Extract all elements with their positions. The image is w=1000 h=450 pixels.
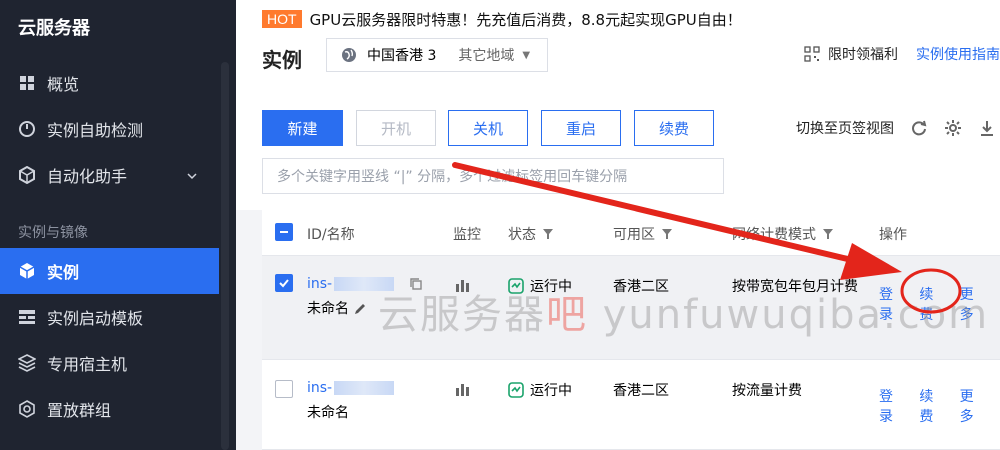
toolbar-right: 切换至页签视图 <box>796 118 996 138</box>
filter-icon[interactable] <box>822 228 834 240</box>
sidebar: 云服务器 概览 实例自助检测 自动化助手 实例与镜像 实例 实例启动模板 专用宿… <box>0 0 236 450</box>
sidebar-item-label: 实例 <box>47 263 80 282</box>
restart-button[interactable]: 重启 <box>541 110 621 146</box>
grid-icon <box>18 74 36 92</box>
instance-id-cell: ins- <box>307 380 395 396</box>
login-link[interactable]: 登录 <box>879 386 905 426</box>
sidebar-section-label: 实例与镜像 <box>18 225 88 241</box>
column-monitor: 监控 <box>453 227 481 243</box>
page-title: 实例 <box>262 48 302 72</box>
region-selector[interactable]: 中国香港 3 其它地域 ▼ <box>326 38 548 72</box>
cube-icon <box>18 166 36 184</box>
row-checkbox[interactable] <box>275 274 293 292</box>
row-checkbox[interactable] <box>275 380 293 398</box>
sidebar-item-label: 实例自助检测 <box>47 121 144 140</box>
zone-cell: 香港二区 <box>613 383 669 399</box>
select-all-checkbox[interactable] <box>275 223 293 241</box>
promo-banner[interactable]: HOT GPU云服务器限时特惠！先充值后消费，8.8元起实现GPU自由！ <box>236 0 1000 38</box>
usage-guide-link[interactable]: 实例使用指南 <box>916 44 1000 64</box>
actions-cell: 登录 续费 更多 <box>879 386 1000 426</box>
hot-badge: HOT <box>262 10 302 28</box>
renew-button[interactable]: 续费 <box>634 110 714 146</box>
globe-icon <box>341 47 357 63</box>
filter-icon[interactable] <box>661 228 673 240</box>
search-placeholder: 多个关键字用竖线 “|” 分隔，多个过滤标签用回车键分隔 <box>277 169 628 185</box>
switch-view-link[interactable]: 切换至页签视图 <box>796 118 894 138</box>
new-button[interactable]: 新建 <box>262 110 343 146</box>
toolbar: 新建 开机 关机 重启 续费 切换至页签视图 多个关键字用竖线 “|” 分隔，多… <box>236 90 1000 210</box>
host-icon <box>18 354 36 372</box>
pencil-icon[interactable] <box>353 302 367 316</box>
sidebar-item-label: 概览 <box>47 75 80 94</box>
gauge-icon <box>18 120 36 138</box>
instance-name-cell: 未命名 <box>307 298 367 318</box>
cube-icon <box>18 262 36 280</box>
sidebar-scrollbar[interactable] <box>221 62 229 450</box>
template-icon <box>18 308 36 326</box>
sidebar-item-launch-template[interactable]: 实例启动模板 <box>0 294 219 340</box>
column-billing[interactable]: 网络计费模式 <box>732 224 834 244</box>
gear-icon[interactable] <box>944 119 962 137</box>
stop-button[interactable]: 关机 <box>448 110 528 146</box>
running-status-icon <box>508 382 524 398</box>
instance-name: 未命名 <box>307 301 349 317</box>
instance-id-link[interactable]: ins- <box>307 380 332 396</box>
more-link[interactable]: 更多 <box>960 386 986 426</box>
promo-text[interactable]: GPU云服务器限时特惠！先充值后消费，8.8元起实现GPU自由！ <box>310 9 742 30</box>
current-region: 中国香港 3 <box>367 48 437 64</box>
column-status[interactable]: 状态 <box>508 224 554 244</box>
watermark: 云服务器吧 yunfuwuqiba.com <box>378 282 989 340</box>
qrcode-icon <box>804 46 820 62</box>
redacted-id <box>334 381 395 395</box>
sidebar-item-dedicated-host[interactable]: 专用宿主机 <box>0 340 219 386</box>
caret-down-icon: ▼ <box>522 49 531 61</box>
bar-chart-icon[interactable] <box>455 382 471 400</box>
download-icon[interactable] <box>978 119 996 137</box>
instance-name: 未命名 <box>307 405 349 421</box>
page-header: 实例 中国香港 3 其它地域 ▼ 限时领福利 实例使用指南 <box>236 38 1000 90</box>
benefit-link[interactable]: 限时领福利 <box>828 44 898 64</box>
sidebar-item-label: 自动化助手 <box>47 167 128 186</box>
watermark-part: yunfuwuqiba.com <box>588 292 990 338</box>
sidebar-item-overview[interactable]: 概览 <box>0 60 219 106</box>
sidebar-title: 云服务器 <box>18 18 90 39</box>
group-icon <box>18 400 36 418</box>
header-links: 限时领福利 实例使用指南 <box>804 44 1000 64</box>
renew-link[interactable]: 续费 <box>919 386 945 426</box>
watermark-part: 吧 <box>546 292 588 338</box>
watermark-part: 云服务器 <box>378 292 546 338</box>
instance-id-link[interactable]: ins- <box>307 276 332 292</box>
search-input[interactable]: 多个关键字用竖线 “|” 分隔，多个过滤标签用回车键分隔 <box>262 158 724 194</box>
table-row[interactable]: ins- 未命名 运行中 香港二区 按流量计费 登录 续费 更多 <box>262 360 1000 450</box>
column-status-label: 状态 <box>508 227 536 243</box>
chevron-down-icon <box>187 166 197 185</box>
column-actions: 操作 <box>879 227 907 243</box>
sidebar-item-label: 专用宿主机 <box>47 355 128 374</box>
start-button[interactable]: 开机 <box>356 110 436 146</box>
sidebar-item-automation[interactable]: 自动化助手 <box>0 152 219 198</box>
sidebar-item-label: 实例启动模板 <box>47 309 144 328</box>
status-text: 运行中 <box>530 383 572 399</box>
column-id[interactable]: ID/名称 <box>307 224 355 244</box>
sidebar-item-self-check[interactable]: 实例自助检测 <box>0 106 219 152</box>
status-cell: 运行中 <box>508 380 572 400</box>
other-region: 其它地域 <box>458 48 515 64</box>
column-billing-label: 网络计费模式 <box>732 227 816 243</box>
refresh-icon[interactable] <box>910 119 928 137</box>
column-zone-label: 可用区 <box>613 227 655 243</box>
filter-icon[interactable] <box>542 228 554 240</box>
column-zone[interactable]: 可用区 <box>613 224 673 244</box>
table-header: ID/名称 监控 状态 可用区 网络计费模式 操作 <box>262 210 1000 256</box>
sidebar-item-instances[interactable]: 实例 <box>0 248 219 294</box>
sidebar-item-label: 置放群组 <box>47 401 112 420</box>
billing-cell: 按流量计费 <box>732 383 802 399</box>
main-content: HOT GPU云服务器限时特惠！先充值后消费，8.8元起实现GPU自由！ 实例 … <box>236 0 1000 450</box>
sidebar-item-placement-group[interactable]: 置放群组 <box>0 386 219 432</box>
